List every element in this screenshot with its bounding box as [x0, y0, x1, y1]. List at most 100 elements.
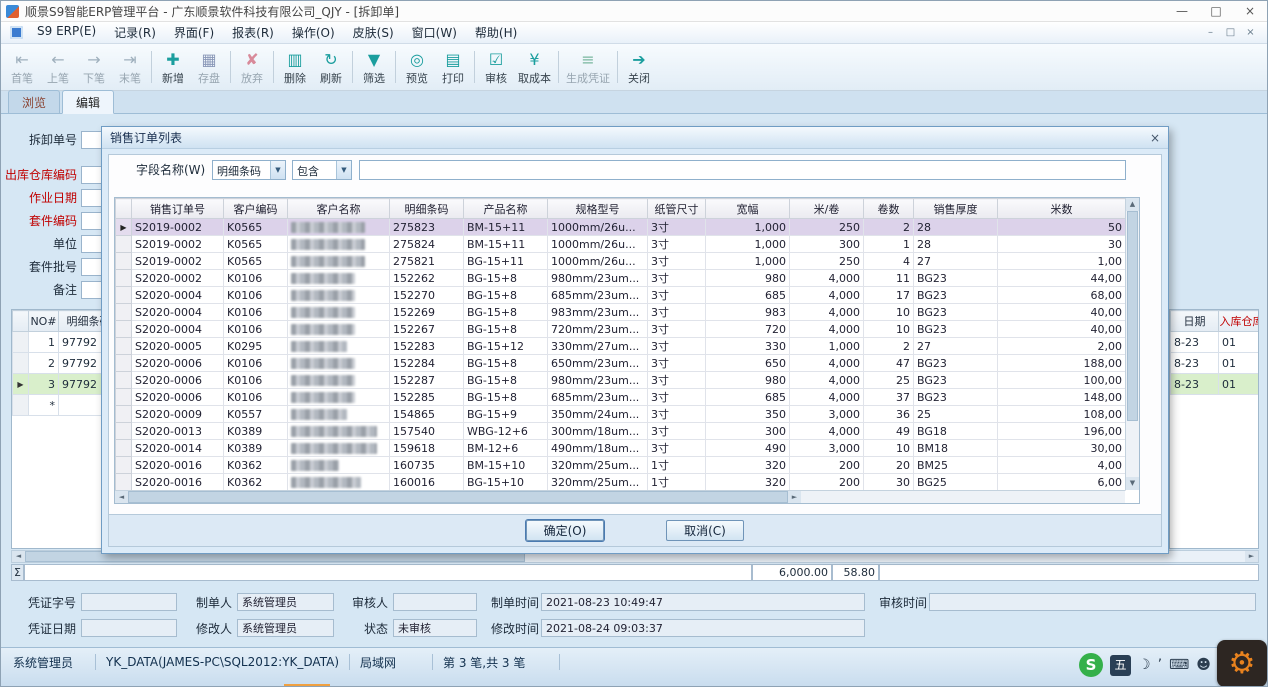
column-header-10[interactable]: 销售厚度	[914, 199, 998, 219]
column-header-6[interactable]: 纸管尺寸	[648, 199, 706, 219]
column-header-5[interactable]: 规格型号	[548, 199, 648, 219]
scroll-down-icon[interactable]: ▼	[1126, 477, 1139, 490]
scroll-right-icon[interactable]: ►	[788, 491, 801, 503]
assistant-gear-widget[interactable]: ⚙	[1217, 640, 1267, 687]
toolbar-prev-record-button[interactable]: ←上笔	[40, 46, 76, 88]
toolbar-print-button[interactable]: ▤打印	[435, 46, 471, 88]
dialog-close-icon[interactable]: ×	[1150, 131, 1160, 145]
field-value[interactable]: 系统管理员	[237, 619, 334, 637]
field-value[interactable]: 2021-08-23 10:49:47	[541, 593, 865, 611]
sales-order-row[interactable]: S2020-0004K0106152269BG-15+8983mm/23um..…	[116, 304, 1126, 321]
wubi-input-icon[interactable]: 五	[1110, 655, 1131, 676]
toolbar-last-record-button[interactable]: ⇥末笔	[112, 46, 148, 88]
sales-order-row[interactable]: S2020-0009K0557154865BG-15+9350mm/24um..…	[116, 406, 1126, 423]
doc-grid-row[interactable]: 297792	[13, 353, 104, 374]
keyboard-icon[interactable]: ⌨	[1169, 655, 1189, 676]
cancel-button[interactable]: 取消(C)	[666, 520, 744, 541]
doc-grid-row[interactable]: ▶397792	[13, 374, 104, 395]
menu-item-5[interactable]: 皮肤(S)	[344, 21, 403, 44]
toolbar-discard-button[interactable]: ✘放弃	[234, 46, 270, 88]
menu-item-0[interactable]: S9 ERP(E)	[28, 21, 105, 44]
column-header-9[interactable]: 卷数	[864, 199, 914, 219]
scroll-thumb[interactable]	[1127, 211, 1138, 421]
column-header-0[interactable]: 销售订单号	[132, 199, 224, 219]
field-value[interactable]	[81, 593, 177, 611]
field-value[interactable]	[929, 593, 1256, 611]
menu-item-2[interactable]: 界面(F)	[165, 21, 223, 44]
column-header-4[interactable]: 产品名称	[464, 199, 548, 219]
sales-order-row[interactable]: S2020-0005K0295152283BG-15+12330mm/27um.…	[116, 338, 1126, 355]
sales-order-row[interactable]: S2020-0006K0106152284BG-15+8650mm/23um..…	[116, 355, 1126, 372]
toolbar-delete-button[interactable]: ▥删除	[277, 46, 313, 88]
toolbar-close-doc-button[interactable]: ➔关闭	[621, 46, 657, 88]
child-close-button[interactable]: ×	[1242, 25, 1259, 41]
tab-edit[interactable]: 编辑	[62, 90, 114, 114]
maximize-button[interactable]: □	[1199, 1, 1233, 21]
sogou-logo-icon[interactable]: S	[1079, 653, 1103, 677]
minimize-button[interactable]: —	[1165, 1, 1199, 21]
toolbar-next-record-button[interactable]: →下笔	[76, 46, 112, 88]
scroll-left-icon[interactable]: ◄	[12, 551, 25, 562]
menu-item-6[interactable]: 窗口(W)	[403, 21, 466, 44]
moon-icon[interactable]: ☽	[1138, 655, 1151, 676]
doc-grid-row[interactable]: 197792	[13, 332, 104, 353]
child-restore-button[interactable]: □	[1222, 25, 1239, 41]
menu-item-7[interactable]: 帮助(H)	[466, 21, 526, 44]
sales-order-row[interactable]: ▶S2019-0002K0565275823BM-15+111000mm/26u…	[116, 219, 1126, 236]
close-button[interactable]: ×	[1233, 1, 1267, 21]
sales-order-row[interactable]: S2020-0016K0362160735BM-15+10320mm/25um.…	[116, 457, 1126, 474]
search-input[interactable]	[359, 160, 1126, 180]
scroll-thumb[interactable]	[128, 491, 788, 503]
scroll-left-icon[interactable]: ◄	[115, 491, 128, 503]
punctuation-icon[interactable]: ’	[1158, 655, 1162, 676]
menu-item-3[interactable]: 报表(R)	[223, 21, 283, 44]
toolbar-new-button[interactable]: ✚新增	[155, 46, 191, 88]
doc-grid-row[interactable]: 8-2301	[1171, 332, 1260, 353]
column-header-3[interactable]: 明细条码	[390, 199, 464, 219]
toolbar-filter-button[interactable]: ▼筛选	[356, 46, 392, 88]
field-value[interactable]: 系统管理员	[237, 593, 334, 611]
sales-order-row[interactable]: S2020-0002K0106152262BG-15+8980mm/23um..…	[116, 270, 1126, 287]
sales-order-row[interactable]: S2020-0004K0106152267BG-15+8720mm/23um..…	[116, 321, 1126, 338]
sales-order-row[interactable]: S2020-0004K0106152270BG-15+8685mm/23um..…	[116, 287, 1126, 304]
scroll-up-icon[interactable]: ▲	[1126, 198, 1139, 211]
column-header-8[interactable]: 米/卷	[790, 199, 864, 219]
sales-order-row[interactable]: S2020-0014K0389159618BM-12+6490mm/18um..…	[116, 440, 1126, 457]
doc-grid-row[interactable]: 8-2301	[1171, 353, 1260, 374]
field-value[interactable]	[81, 619, 177, 637]
toolbar-audit-button[interactable]: ☑审核	[478, 46, 514, 88]
grid-horizontal-scrollbar[interactable]: ◄ ►	[115, 490, 1125, 503]
dialog-title-bar[interactable]: 销售订单列表 ×	[102, 127, 1168, 149]
tab-browse[interactable]: 浏览	[8, 90, 60, 113]
child-minimize-button[interactable]: –	[1202, 25, 1219, 41]
toolbar-preview-button[interactable]: ◎预览	[399, 46, 435, 88]
field-value[interactable]: 2021-08-24 09:03:37	[541, 619, 865, 637]
operator-select[interactable]: 包含 ▼	[292, 160, 352, 180]
chevron-down-icon[interactable]: ▼	[270, 161, 285, 179]
ok-button[interactable]: 确定(O)	[526, 520, 604, 541]
doc-grid-row[interactable]: *	[13, 395, 104, 416]
grid-vertical-scrollbar[interactable]: ▲ ▼	[1125, 198, 1139, 490]
sales-order-row[interactable]: S2020-0016K0362160016BG-15+10320mm/25um.…	[116, 474, 1126, 491]
toolbar-refresh-button[interactable]: ↻刷新	[313, 46, 349, 88]
toolbar-get-cost-button[interactable]: ¥取成本	[514, 46, 555, 88]
sales-order-row[interactable]: S2019-0002K0565275824BM-15+111000mm/26u.…	[116, 236, 1126, 253]
column-header-1[interactable]: 客户编码	[224, 199, 288, 219]
sales-order-row[interactable]: S2019-0002K0565275821BG-15+111000mm/26u.…	[116, 253, 1126, 270]
sales-order-row[interactable]: S2020-0006K0106152285BG-15+8685mm/23um..…	[116, 389, 1126, 406]
toolbar-first-record-button[interactable]: ⇤首笔	[4, 46, 40, 88]
chevron-down-icon[interactable]: ▼	[336, 161, 351, 179]
menu-item-4[interactable]: 操作(O)	[283, 21, 344, 44]
user-icon[interactable]: ☻	[1196, 655, 1211, 676]
column-header-11[interactable]: 米数	[998, 199, 1126, 219]
toolbar-generate-voucher-button[interactable]: ≡生成凭证	[562, 46, 614, 88]
sales-order-row[interactable]: S2020-0006K0106152287BG-15+8980mm/23um..…	[116, 372, 1126, 389]
field-select[interactable]: 明细条码 ▼	[212, 160, 286, 180]
column-header-2[interactable]: 客户名称	[288, 199, 390, 219]
column-header-7[interactable]: 宽幅	[706, 199, 790, 219]
doc-grid-row[interactable]: 8-2301	[1171, 374, 1260, 395]
menu-item-1[interactable]: 记录(R)	[105, 21, 165, 44]
scroll-right-icon[interactable]: ►	[1245, 551, 1258, 562]
sales-order-row[interactable]: S2020-0013K0389157540WBG-12+6300mm/18um.…	[116, 423, 1126, 440]
toolbar-save-button[interactable]: ▦存盘	[191, 46, 227, 88]
